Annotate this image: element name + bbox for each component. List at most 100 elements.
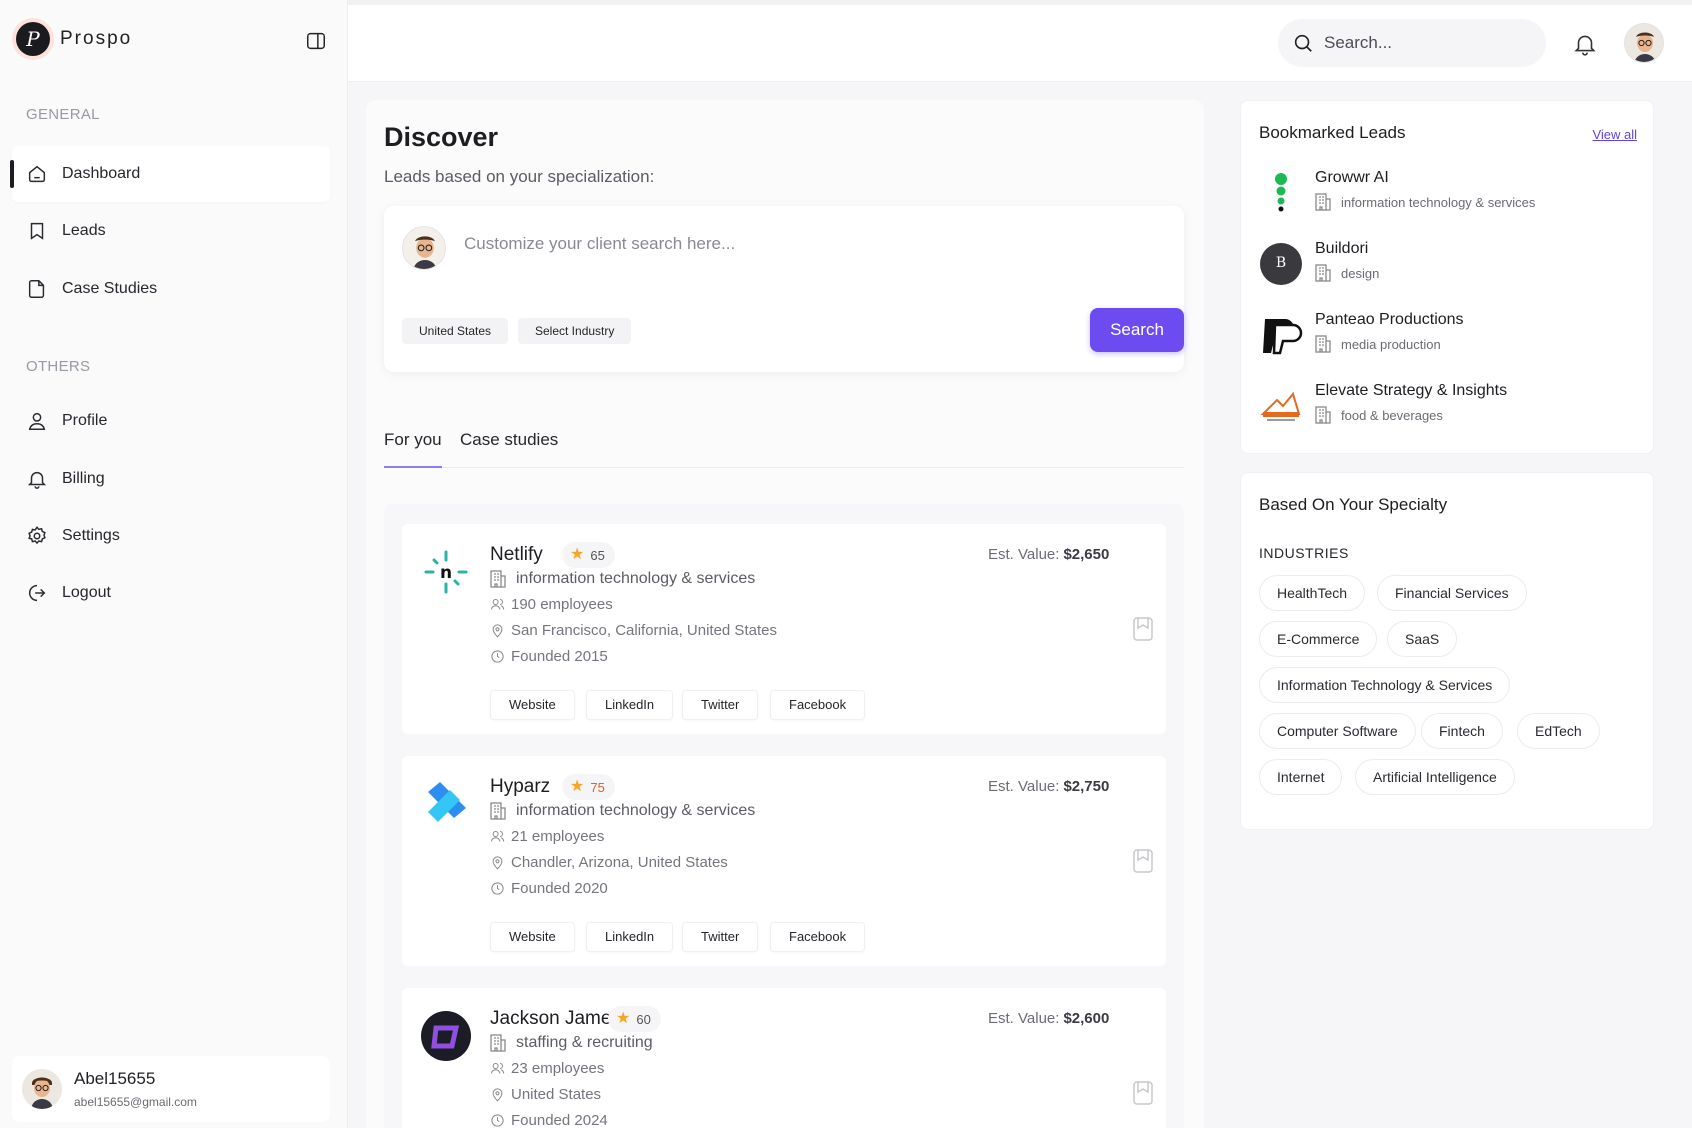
facebook-link[interactable]: Facebook — [770, 922, 866, 952]
sidebar-item-billing[interactable]: Billing — [12, 451, 330, 507]
industry-tag[interactable]: Internet — [1259, 759, 1343, 795]
section-label-general: GENERAL — [26, 106, 100, 123]
sidebar-toggle-icon[interactable] — [305, 30, 327, 52]
lead-location: Chandler, Arizona, United States — [490, 854, 728, 871]
industry-tag[interactable]: EdTech — [1517, 713, 1600, 749]
lead-card-jackson-james[interactable]: Jackson James ★ 60 Est. Value: $2,600 sta… — [402, 988, 1166, 1128]
linkedin-link[interactable]: LinkedIn — [586, 690, 674, 720]
sidebar-item-settings[interactable]: Settings — [12, 508, 330, 564]
industry-tag[interactable]: E-Commerce — [1259, 621, 1378, 657]
bookmarked-lead-growwr[interactable]: Growwr AI information technology & servi… — [1259, 167, 1639, 223]
lead-industry-text: information technology & services — [516, 802, 756, 819]
lead-location-text: San Francisco, California, United States — [511, 622, 777, 639]
clock-icon — [491, 650, 504, 663]
clock-icon — [491, 1114, 504, 1127]
sidebar-item-label: Billing — [62, 470, 105, 487]
industry-tag[interactable]: HealthTech — [1259, 575, 1366, 611]
building-icon — [490, 802, 506, 820]
sidebar-item-label: Settings — [62, 527, 120, 544]
bookmark-icon — [30, 222, 44, 240]
sidebar-item-case-studies[interactable]: Case Studies — [12, 261, 330, 317]
lead-founded-text: Founded 2015 — [511, 648, 608, 665]
notifications-bell-icon[interactable] — [1572, 31, 1598, 57]
user-icon — [28, 412, 46, 430]
lead-industry-text: information technology & services — [516, 570, 756, 587]
building-icon — [490, 570, 506, 588]
search-button[interactable]: Search — [1090, 308, 1184, 352]
bookmarked-lead-industry: food & beverages — [1315, 406, 1443, 424]
client-search-input[interactable] — [464, 234, 1064, 254]
bookmarked-lead-buildori[interactable]: B Buildori design — [1259, 238, 1639, 294]
lead-name: Netlify — [490, 544, 543, 565]
est-value: Est. Value: $2,750 — [988, 778, 1109, 795]
est-value-label: Est. Value: — [988, 1010, 1060, 1027]
sidebar-item-label: Leads — [62, 222, 106, 239]
leads-list: n Netlify ★ 65 Est. Value: $2,650 informa… — [384, 504, 1184, 1128]
lead-score-badge: ★ 75 — [562, 774, 615, 800]
lead-score-badge: ★ 65 — [562, 542, 615, 568]
industry-tag[interactable]: Fintech — [1421, 713, 1503, 749]
top-header — [348, 0, 1692, 82]
sidebar-item-profile[interactable]: Profile — [12, 393, 330, 449]
industry-tag[interactable]: Information Technology & Services — [1259, 667, 1511, 703]
lead-founded: Founded 2020 — [490, 880, 608, 897]
industry-tag[interactable]: Artificial Intelligence — [1355, 759, 1515, 795]
star-icon: ★ — [570, 778, 585, 795]
industry-filter[interactable]: Select Industry — [518, 318, 632, 344]
bookmarked-lead-panteao[interactable]: Panteao Productions media production — [1259, 309, 1639, 365]
est-value-amount: $2,600 — [1063, 1010, 1110, 1027]
logout-icon — [29, 584, 46, 602]
specialty-title: Based On Your Specialty — [1259, 495, 1448, 514]
website-link[interactable]: Website — [490, 690, 575, 720]
lead-card-hyparz[interactable]: Hyparz ★ 75 Est. Value: $2,750 informatio… — [402, 756, 1166, 966]
sidebar-item-dashboard[interactable]: Dashboard — [10, 146, 330, 202]
lead-industry: staffing & recruiting — [490, 1034, 653, 1052]
est-value-amount: $2,750 — [1063, 778, 1110, 795]
bookmarked-leads-card: Bookmarked Leads View all Growwr AI info… — [1240, 100, 1654, 454]
lead-score-badge: ★ 60 — [608, 1006, 661, 1032]
building-icon — [1315, 193, 1331, 211]
lead-founded-text: Founded 2024 — [511, 1112, 608, 1128]
clock-icon — [491, 882, 504, 895]
lead-score: 65 — [590, 547, 605, 563]
sidebar: P Prospo GENERAL Dashboard Leads Case St… — [0, 0, 348, 1128]
industry-tag[interactable]: Financial Services — [1377, 575, 1527, 611]
lead-employees: 190 employees — [490, 596, 613, 613]
view-all-link[interactable]: View all — [1592, 127, 1637, 142]
users-icon — [490, 1063, 505, 1074]
sidebar-item-leads[interactable]: Leads — [12, 203, 330, 259]
linkedin-link[interactable]: LinkedIn — [586, 922, 674, 952]
lead-industry: information technology & services — [490, 570, 755, 588]
avatar — [22, 1069, 62, 1109]
search-input[interactable] — [1324, 33, 1524, 53]
bookmark-icon[interactable] — [1132, 848, 1154, 874]
bookmarked-lead-industry-text: media production — [1341, 336, 1441, 352]
bookmark-icon[interactable] — [1132, 1080, 1154, 1106]
panteao-logo-icon — [1263, 319, 1303, 355]
tab-case-studies[interactable]: Case studies — [460, 430, 558, 450]
lead-tabs: For you Case studies — [384, 418, 1184, 468]
user-card[interactable]: Abel15655 abel15655@gmail.com — [12, 1056, 330, 1122]
lead-founded-text: Founded 2020 — [511, 880, 608, 897]
elevate-logo-icon — [1260, 391, 1301, 421]
facebook-link[interactable]: Facebook — [770, 690, 866, 720]
industry-tag[interactable]: Computer Software — [1259, 713, 1416, 749]
bookmark-icon[interactable] — [1132, 616, 1154, 642]
building-icon — [1315, 406, 1331, 424]
bookmarked-lead-name: Growwr AI — [1315, 169, 1389, 186]
document-icon — [28, 280, 45, 298]
brand[interactable]: P Prospo — [16, 22, 132, 56]
sidebar-item-logout[interactable]: Logout — [12, 565, 330, 621]
website-link[interactable]: Website — [490, 922, 575, 952]
est-value-amount: $2,650 — [1063, 546, 1110, 563]
lead-card-netlify[interactable]: n Netlify ★ 65 Est. Value: $2,650 informa… — [402, 524, 1166, 734]
country-filter[interactable]: United States — [402, 318, 509, 344]
tab-for-you[interactable]: For you — [384, 430, 442, 468]
header-avatar[interactable] — [1624, 23, 1664, 63]
bookmarked-lead-elevate[interactable]: Elevate Strategy & Insights food & bever… — [1259, 380, 1639, 436]
twitter-link[interactable]: Twitter — [682, 690, 759, 720]
global-search[interactable] — [1278, 19, 1546, 67]
svg-text:B: B — [1276, 255, 1286, 271]
twitter-link[interactable]: Twitter — [682, 922, 759, 952]
industry-tag[interactable]: SaaS — [1387, 621, 1458, 657]
